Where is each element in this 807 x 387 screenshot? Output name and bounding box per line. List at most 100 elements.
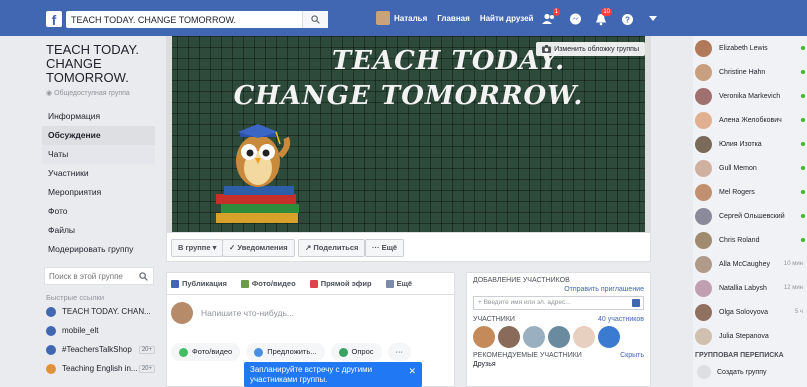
add-members-heading: ДОБАВЛЕНИЕ УЧАСТНИКОВ — [473, 277, 570, 284]
close-icon[interactable]: ✕ — [408, 366, 416, 376]
chat-contact[interactable]: Alla McCaughey 10 мин — [693, 252, 807, 276]
more-options-button[interactable]: ··· — [387, 343, 412, 361]
quick-link[interactable]: #TeachersTalkShop 20+ — [46, 340, 155, 359]
caret-down-icon — [649, 16, 657, 21]
add-members-panel: ДОБАВЛЕНИЕ УЧАСТНИКОВ Отправить приглаше… — [466, 272, 651, 387]
member-avatar[interactable] — [473, 326, 495, 348]
nav-events[interactable]: Мероприятия — [42, 183, 155, 202]
chat-contact[interactable]: Olga Solovyova 5 ч — [693, 300, 807, 324]
cover-text-line2: CHANGE TOMORROW. — [233, 81, 584, 111]
change-cover-button[interactable]: Изменить обложку группы — [536, 42, 645, 56]
tab-more-label: Ещё — [396, 279, 413, 288]
contact-name: Mel Rogers — [719, 188, 755, 196]
search-button[interactable] — [302, 11, 328, 28]
chat-contact[interactable]: Сергей Ольшевский — [693, 204, 807, 228]
notifications-toggle-button[interactable]: ✓ Уведомления — [222, 239, 295, 257]
group-icon — [46, 306, 56, 317]
cover-photo[interactable]: TEACH TODAY. CHANGE TOMORROW. Изменить о… — [166, 36, 651, 232]
group-search[interactable] — [44, 267, 154, 285]
contact-name: Алена Желобкович — [719, 116, 782, 124]
help-button[interactable]: ? — [618, 11, 636, 27]
group-search-input[interactable] — [45, 268, 135, 284]
left-sidebar: TEACH TODAY. CHANGE TOMORROW. ◉ Общедост… — [42, 36, 155, 378]
facebook-logo-icon[interactable]: f — [46, 11, 62, 28]
chat-sidebar: Elizabeth Lewis Christine Hahn Veronika Ma… — [693, 36, 807, 387]
friend-requests-button[interactable]: 1 — [540, 8, 560, 27]
members-count-link[interactable]: 40 участников — [598, 316, 644, 323]
quick-link[interactable]: Teaching English in... 20+ — [46, 359, 155, 378]
suggest-button[interactable]: Предложить... — [246, 343, 325, 361]
member-avatar[interactable] — [598, 326, 620, 348]
nav-photos[interactable]: Фото — [42, 202, 155, 221]
profile-link[interactable]: Наталья — [394, 14, 427, 23]
chat-contact[interactable]: Юлия Изотка — [693, 132, 807, 156]
create-group-button[interactable]: Создать группу — [693, 365, 807, 379]
quick-link[interactable]: TEACH TODAY. CHAN... — [46, 302, 155, 321]
poll-button[interactable]: Опрос — [330, 343, 382, 361]
contact-avatar — [695, 279, 712, 297]
nav-files[interactable]: Файлы — [42, 221, 155, 240]
last-active-time: 12 мин — [783, 285, 803, 291]
contact-avatar — [695, 231, 712, 249]
joined-button[interactable]: В группе ▾ — [171, 239, 224, 257]
nav-chats[interactable]: Чаты — [42, 145, 155, 164]
change-cover-label: Изменить обложку группы — [554, 45, 639, 53]
chat-contact[interactable]: Veronika Markevich — [693, 84, 807, 108]
member-avatar[interactable] — [523, 326, 545, 348]
chat-contact[interactable]: Chris Roland — [693, 228, 807, 252]
more-button[interactable]: ··· Ещё — [365, 239, 405, 257]
member-avatar[interactable] — [573, 326, 595, 348]
online-indicator — [801, 118, 805, 122]
group-title[interactable]: TEACH TODAY. CHANGE TOMORROW. — [46, 43, 155, 85]
top-icons: 1 10 ? — [540, 8, 670, 27]
add-member-input[interactable]: + Введите имя или эл. адрес... — [473, 296, 644, 310]
chat-contact[interactable]: Christine Hahn — [693, 60, 807, 84]
tab-post[interactable]: Публикация — [171, 279, 227, 288]
photo-video-button[interactable]: Фото/видео — [171, 343, 241, 361]
nav-members[interactable]: Участники — [42, 164, 155, 183]
friend-requests-badge: 1 — [552, 8, 560, 16]
address-book-icon[interactable] — [632, 299, 640, 307]
user-avatar[interactable] — [376, 11, 390, 25]
add-member-placeholder: + Введите имя или эл. адрес... — [478, 299, 571, 306]
chat-contact[interactable]: Gull Memon — [693, 156, 807, 180]
contact-avatar — [695, 135, 712, 153]
share-button[interactable]: ↗ Поделиться — [298, 239, 366, 257]
account-menu-button[interactable] — [644, 11, 662, 27]
chat-contact[interactable]: Natallia Labysh 12 мин — [693, 276, 807, 300]
hide-link[interactable]: Скрыть — [620, 352, 644, 359]
nav-info[interactable]: Информация — [42, 107, 155, 126]
find-friends-link[interactable]: Найти друзей — [480, 14, 534, 23]
contact-avatar — [695, 207, 712, 225]
chat-contact[interactable]: Mel Rogers — [693, 180, 807, 204]
tab-more[interactable]: Ещё — [385, 279, 413, 288]
search-icon — [139, 272, 148, 281]
member-avatar[interactable] — [498, 326, 520, 348]
nav-moderate[interactable]: Модерировать группу — [42, 240, 155, 259]
send-invite-link[interactable]: Отправить приглашение — [473, 286, 644, 293]
suggest-label: Предложить... — [267, 347, 317, 356]
nav-discussion[interactable]: Обсуждение — [42, 126, 155, 145]
tab-live[interactable]: Прямой эфир — [309, 279, 372, 288]
messages-button[interactable] — [566, 11, 584, 27]
home-link[interactable]: Главная — [437, 14, 470, 23]
online-indicator — [801, 214, 805, 218]
more-options-label: ··· — [395, 347, 404, 356]
member-avatar[interactable] — [548, 326, 570, 348]
global-search[interactable] — [66, 11, 328, 28]
contact-name: Veronika Markevich — [719, 92, 781, 100]
tab-photo-video[interactable]: Фото/видео — [240, 279, 296, 288]
chat-contact[interactable]: Алена Желобкович — [693, 108, 807, 132]
live-video-icon — [309, 279, 318, 288]
notifications-button[interactable]: 10 — [592, 8, 612, 27]
chat-contact[interactable]: Julia Stepanova — [693, 324, 807, 348]
group-privacy-label: Общедоступная группа — [54, 90, 130, 97]
chat-contact[interactable]: Elizabeth Lewis — [693, 36, 807, 60]
composer-tabs: Публикация Фото/видео Прямой эфир Ещё — [167, 273, 454, 295]
group-action-bar: В группе ▾ ✓ Уведомления ↗ Поделиться ··… — [166, 232, 651, 262]
global-search-input[interactable] — [66, 11, 302, 28]
quick-link[interactable]: mobile_elt — [46, 321, 155, 340]
poll-icon — [338, 347, 348, 357]
contact-name: Gull Memon — [719, 164, 757, 172]
composer-body[interactable]: Напишите что-нибудь... — [167, 295, 454, 331]
